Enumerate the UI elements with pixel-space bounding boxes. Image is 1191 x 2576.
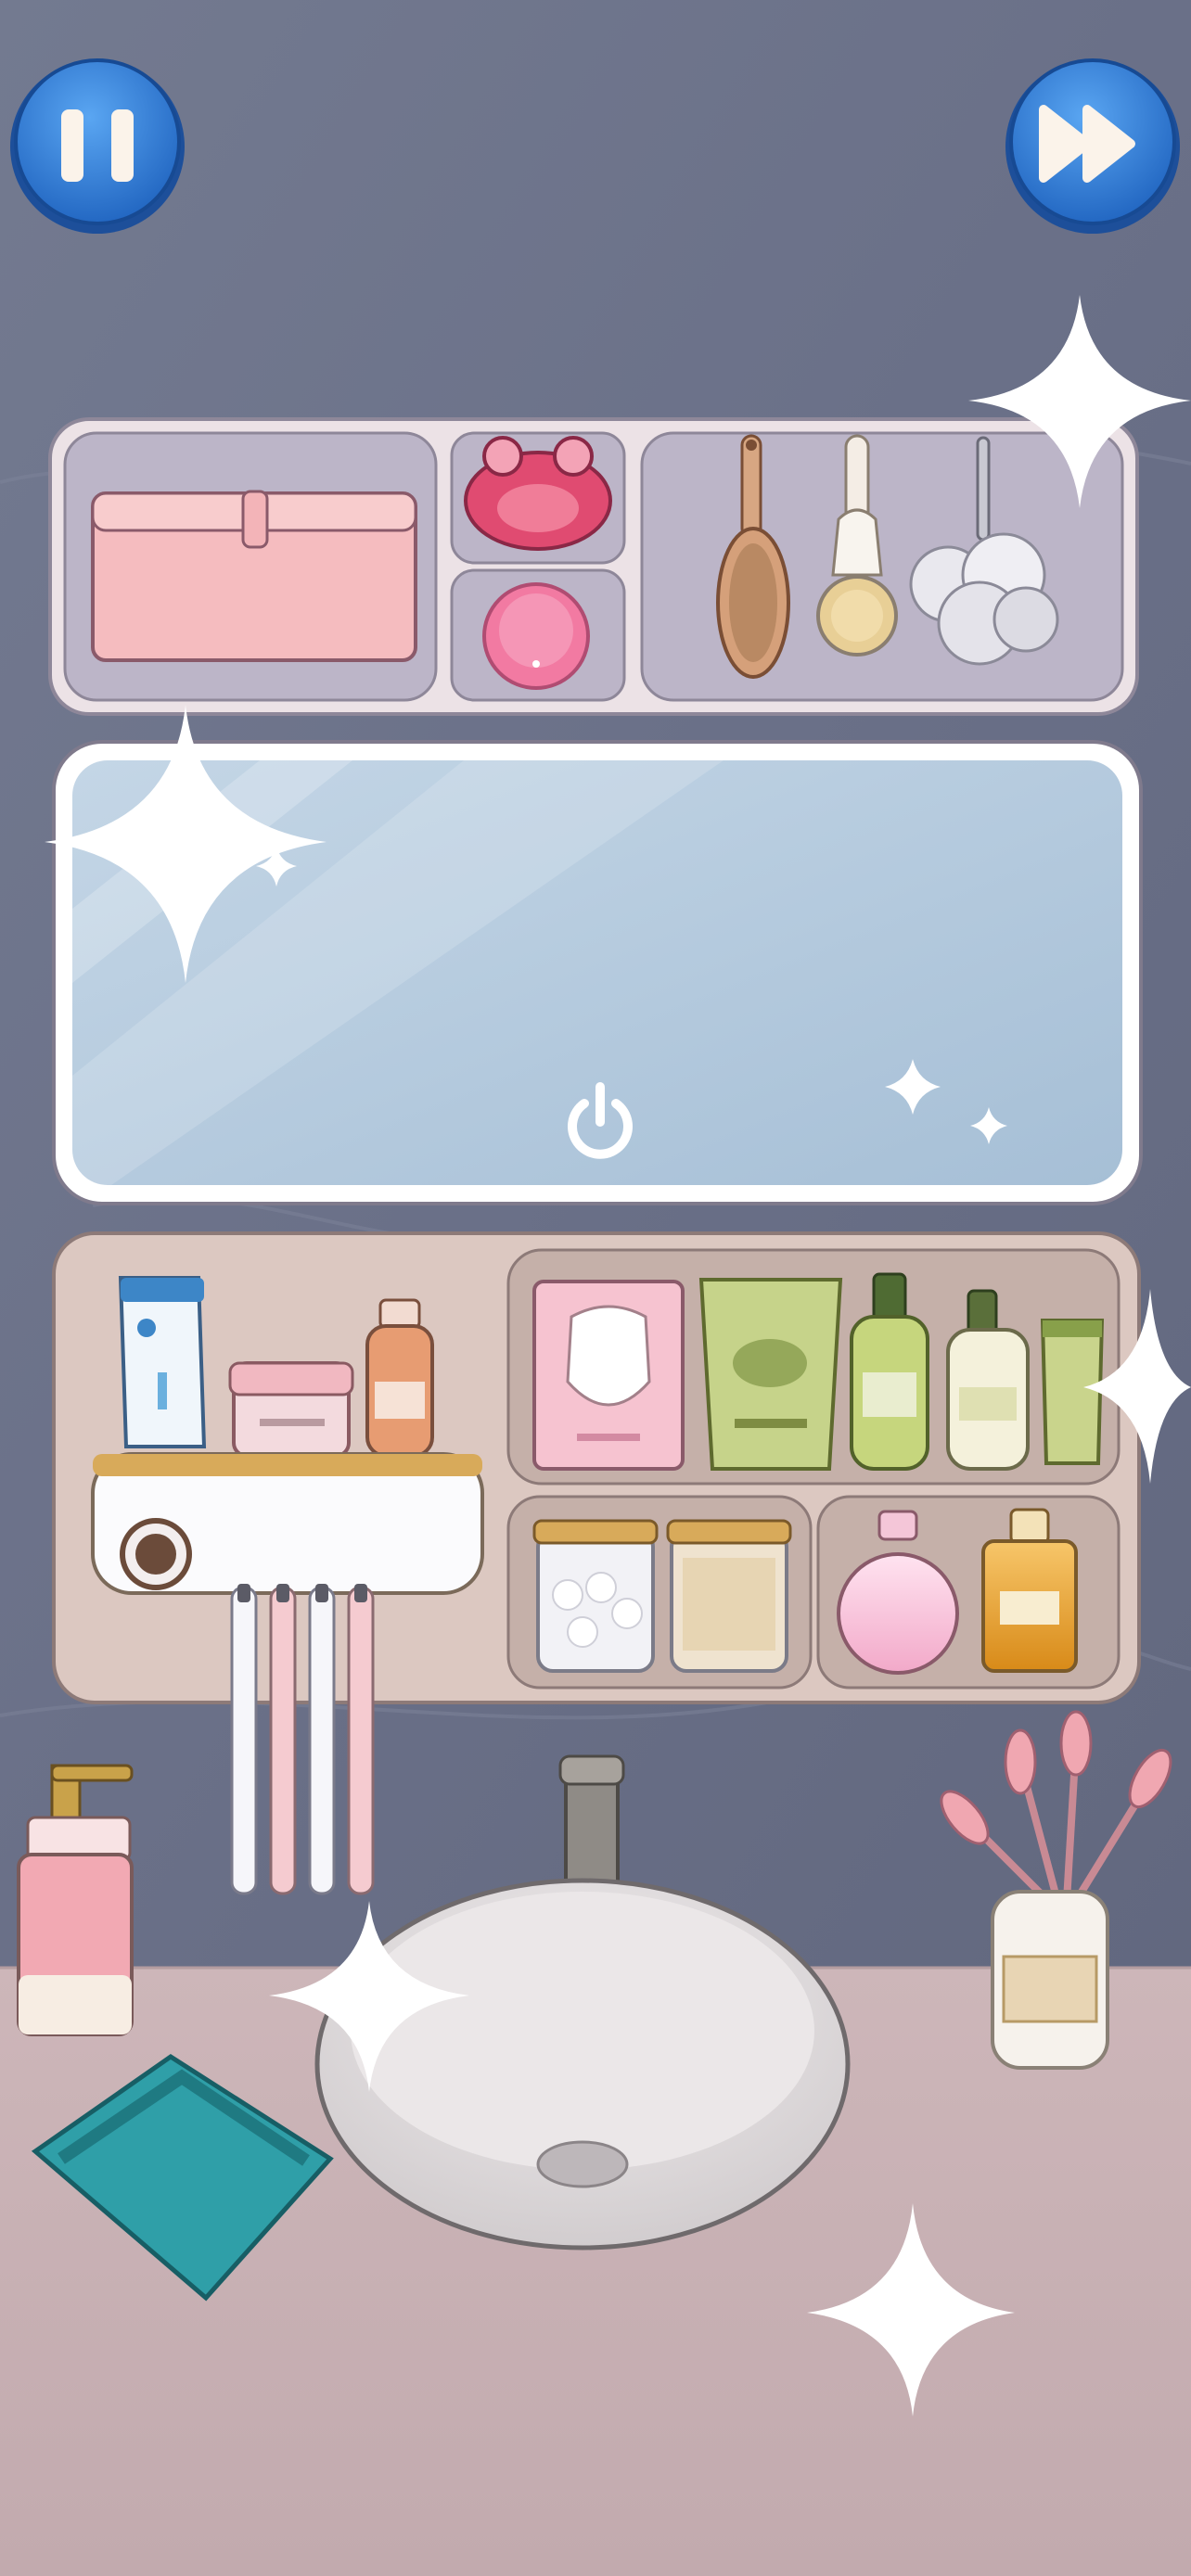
- toothpaste[interactable]: [118, 1276, 207, 1448]
- cotton-swabs-jar[interactable]: [666, 1519, 792, 1673]
- cotton-balls-jar[interactable]: [532, 1519, 659, 1673]
- sheet-mask[interactable]: [532, 1280, 685, 1471]
- frog-face-massager[interactable]: [464, 436, 612, 551]
- toothpaste-dispenser[interactable]: [91, 1452, 484, 1595]
- face-cream-jar[interactable]: [228, 1361, 354, 1458]
- olive-tube[interactable]: [1040, 1319, 1105, 1465]
- bathroom-scene: [0, 0, 1191, 2576]
- olive-refill-pouch[interactable]: [698, 1278, 843, 1471]
- facial-cleansing-brush[interactable]: [482, 582, 590, 690]
- pink-storage-box[interactable]: [91, 490, 417, 662]
- sink-basin[interactable]: [314, 1878, 851, 2251]
- pause-button[interactable]: [10, 58, 185, 234]
- skip-button[interactable]: [1005, 58, 1180, 234]
